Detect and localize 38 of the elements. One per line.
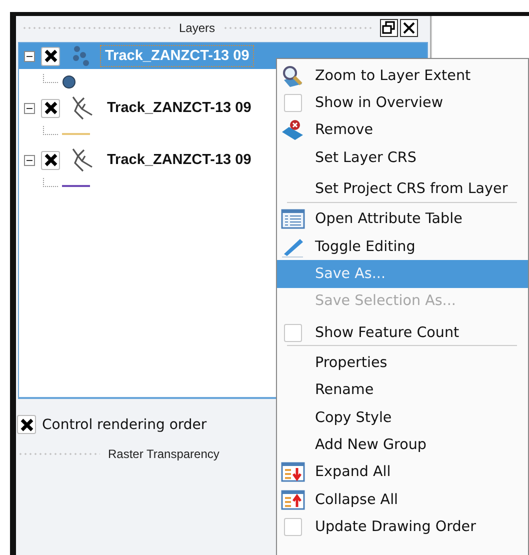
menu-item[interactable]: Zoom to Layer Extent [277,62,528,90]
points-icon [70,45,92,67]
menu-item[interactable]: Update Drawing Order [277,513,528,541]
checkbox[interactable] [284,518,302,536]
magnifier-icon [281,64,305,88]
layer-checkbox[interactable] [41,46,60,66]
menu-item[interactable]: Expand All [277,458,528,486]
layer-checkbox[interactable] [41,98,60,118]
remove-layer-icon [281,119,305,142]
menu-item[interactable]: Copy Style [277,404,528,432]
checkbox[interactable] [284,94,302,112]
layer-checkbox[interactable] [41,150,60,170]
expand-all-icon [281,462,305,482]
collapse-icon[interactable] [24,50,35,62]
menu-item[interactable]: Rename [277,376,528,404]
panel-title: Layers [178,21,216,35]
lines-icon [70,147,94,173]
menu-item[interactable]: Open Attribute Table [277,206,528,233]
menu-item[interactable]: Show in Overview [277,89,528,117]
menu-item[interactable]: Add New Group [277,431,528,459]
table-icon [281,209,305,230]
menu-item[interactable]: Remove [277,116,528,144]
checkbox[interactable] [284,324,302,342]
menu-item[interactable]: Set Layer CRS [277,144,528,172]
menu-item[interactable]: Collapse All [277,486,528,514]
checkbox-label: Control rendering order [42,416,207,432]
menu-item[interactable]: Properties [277,349,528,377]
layer-name[interactable]: Track_ZANZCT-13 09 [102,97,256,119]
menu-item[interactable]: Toggle Editing [277,232,528,260]
panel-title: Raster Transparency [108,447,220,461]
close-icon[interactable] [400,19,418,37]
layer-name[interactable]: Track_ZANZCT-13 09 [102,149,256,171]
render-order-checkbox[interactable] [17,415,36,434]
collapse-icon[interactable] [24,154,35,166]
collapse-icon[interactable] [24,102,35,114]
float-icon[interactable] [380,19,398,37]
lines-icon [70,95,94,121]
collapse-all-icon [281,490,305,510]
